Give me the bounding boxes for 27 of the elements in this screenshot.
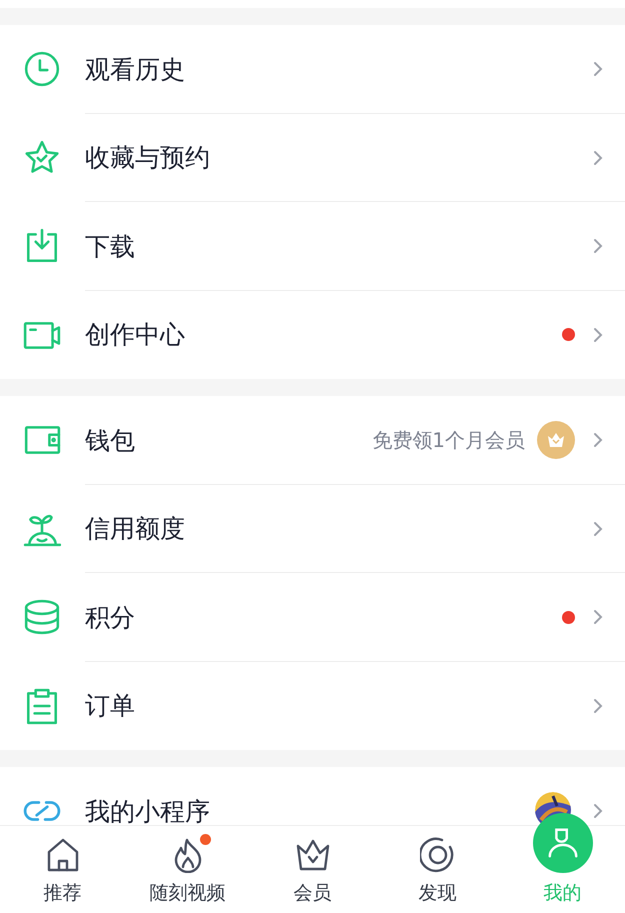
chevron-right-icon <box>593 609 603 626</box>
chevron-right-icon <box>593 326 603 343</box>
coin-stack-icon <box>23 598 61 636</box>
chevron-right-icon <box>593 432 603 448</box>
menu-label: 积分 <box>85 602 135 634</box>
discover-icon <box>420 836 456 872</box>
promo-text: 免费领1个月会员 <box>372 427 525 454</box>
menu-label: 信用额度 <box>85 513 185 545</box>
tab[interactable]: 随刻视频 <box>125 826 250 913</box>
tab[interactable]: 会员 <box>250 826 375 913</box>
chevron-right-icon <box>593 698 603 714</box>
chevron-right-icon <box>593 520 603 537</box>
menu-label: 下载 <box>85 230 135 262</box>
menu-label: 创作中心 <box>85 319 185 351</box>
menu-label: 订单 <box>85 690 135 722</box>
chevron-right-icon <box>593 61 603 78</box>
person-icon <box>546 826 580 860</box>
chevron-right-icon <box>593 238 603 254</box>
chevron-right-icon <box>593 803 603 820</box>
menu-label: 收藏与预约 <box>85 142 210 174</box>
menu-label: 钱包 <box>85 424 135 456</box>
menu-label: 我的小程序 <box>85 796 210 825</box>
clock-icon <box>23 50 61 88</box>
tab[interactable]: 推荐 <box>0 826 125 913</box>
tab[interactable]: 发现 <box>375 826 500 913</box>
chevron-right-icon <box>593 150 603 166</box>
menu-label: 观看历史 <box>85 54 185 86</box>
